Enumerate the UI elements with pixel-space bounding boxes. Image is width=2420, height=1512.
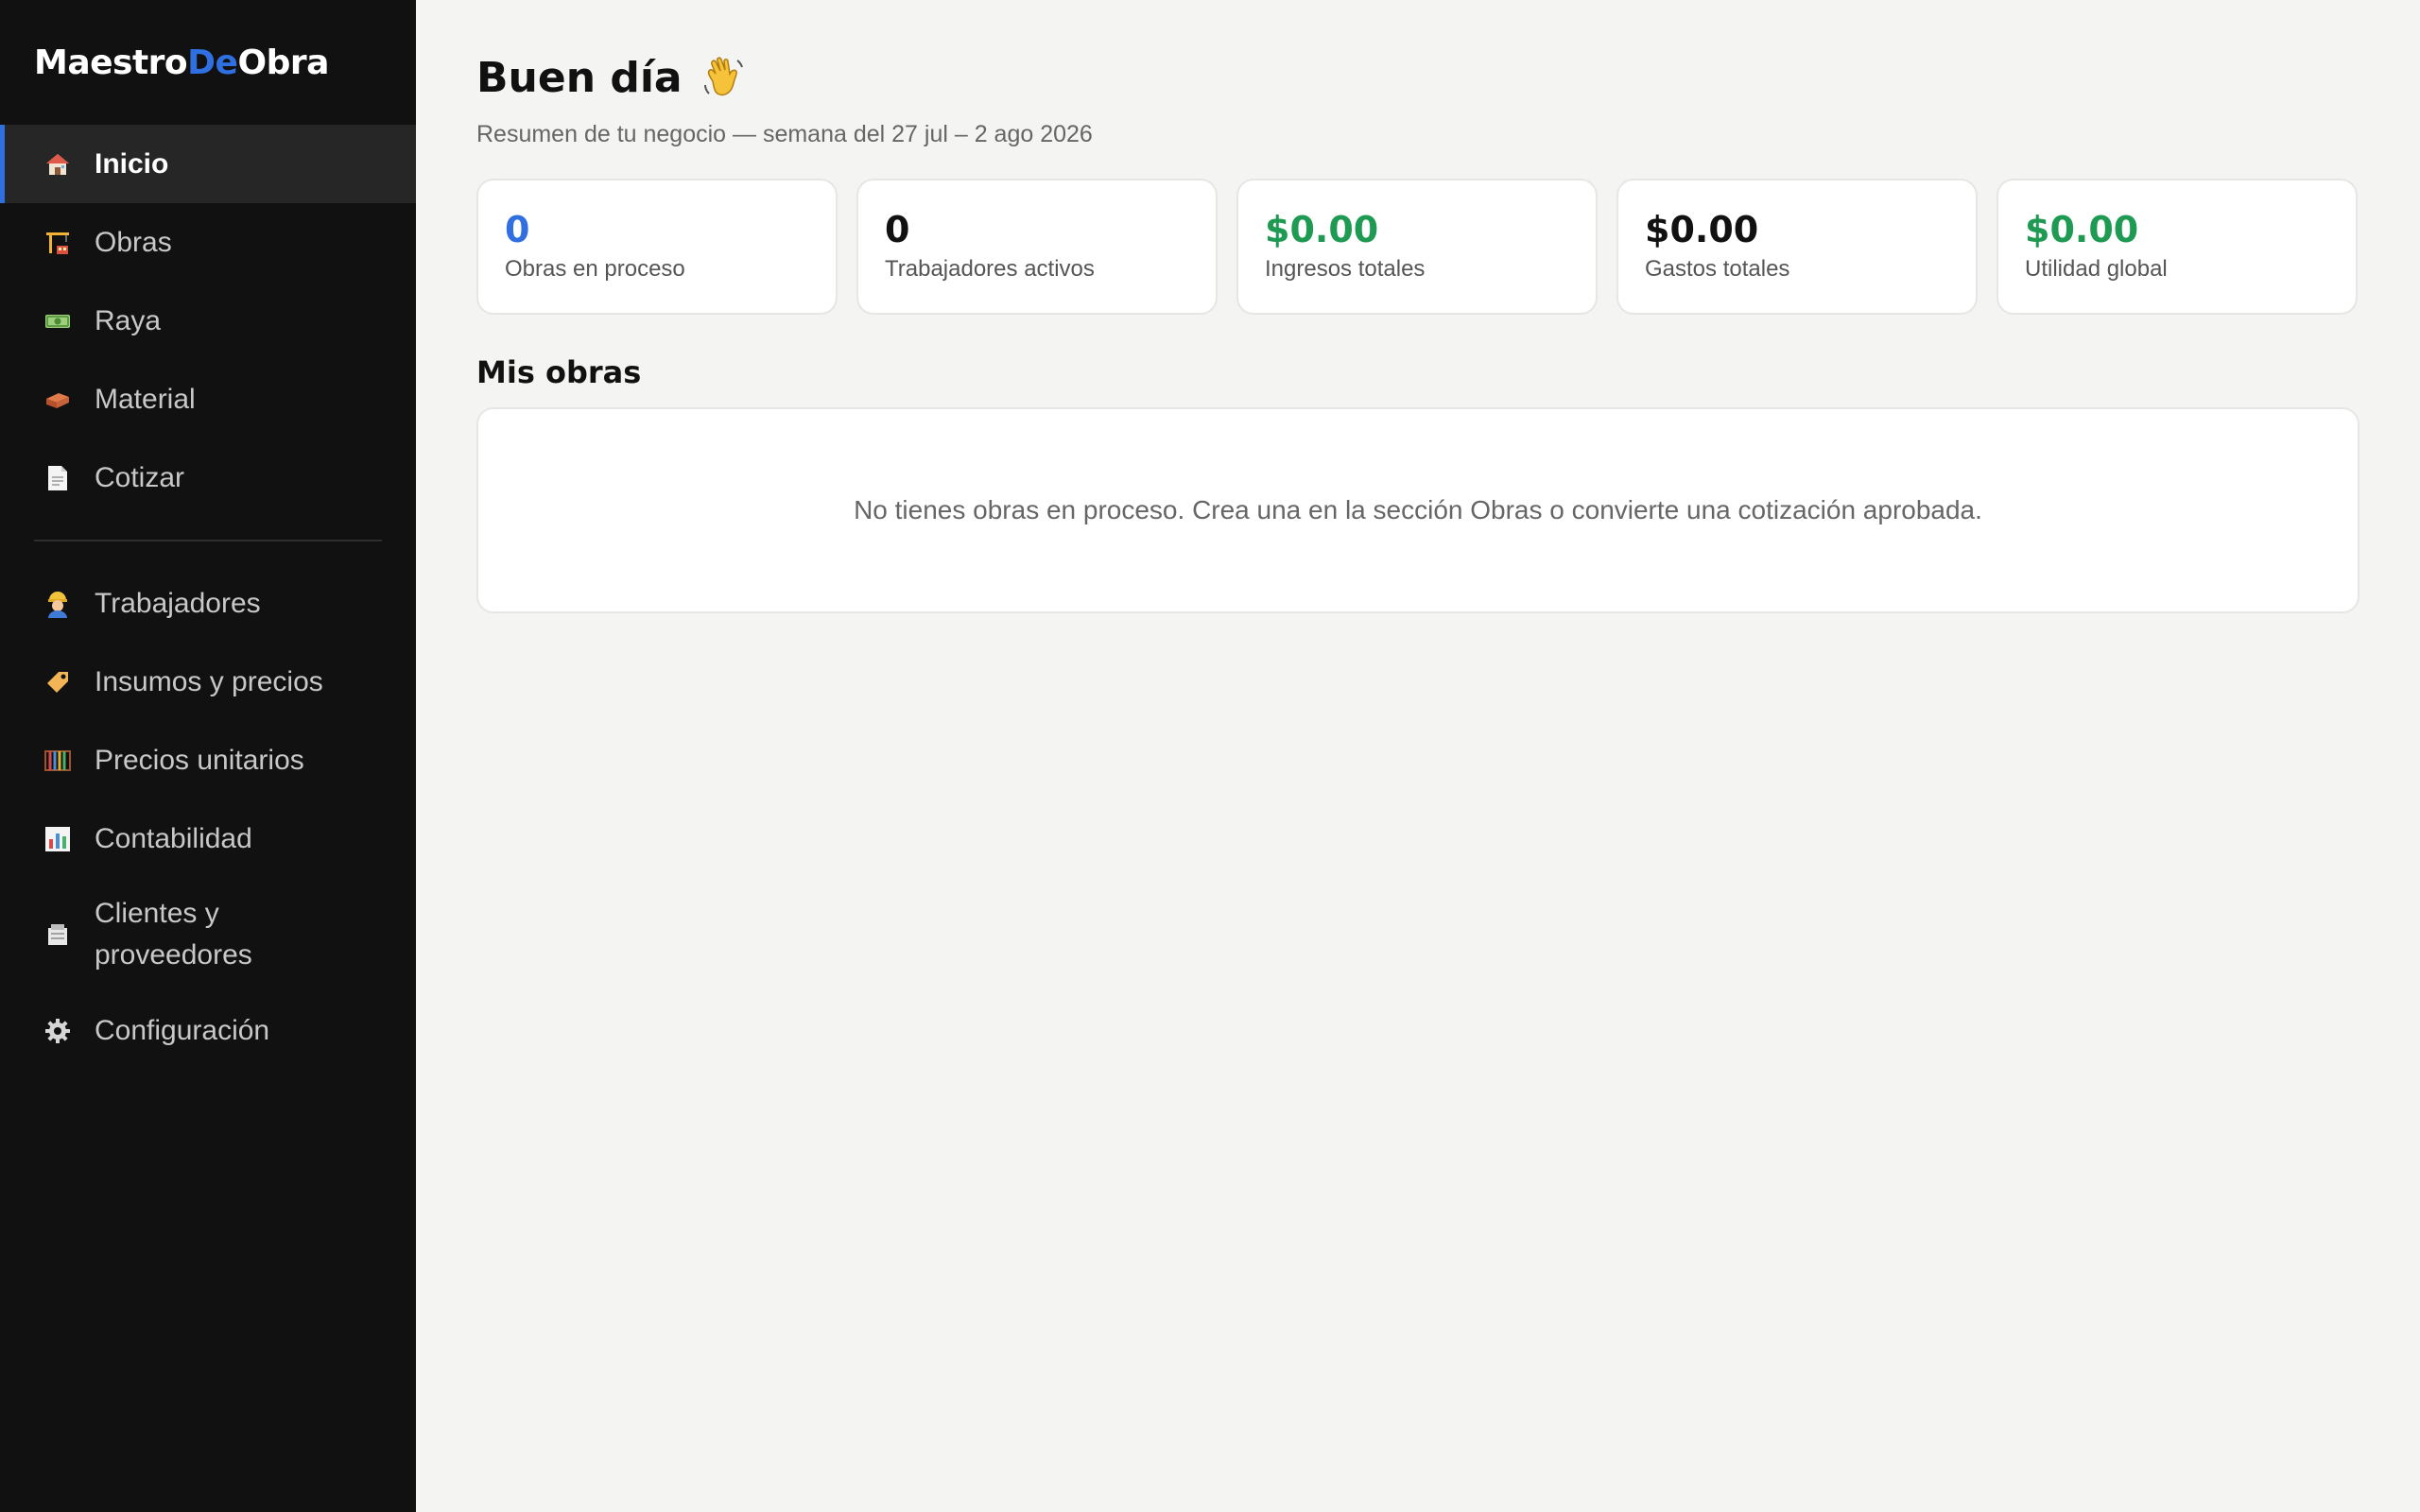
- sidebar-item-raya[interactable]: Raya: [0, 282, 416, 360]
- obras-empty-state: No tienes obras en proceso. Crea una en …: [476, 407, 2360, 613]
- stat-value: $0.00: [2025, 209, 2139, 250]
- abacus-icon: [43, 747, 72, 775]
- stat-value: $0.00: [1265, 209, 1379, 250]
- app-root: Maestro De Obra Inicio Obras Raya Materi…: [0, 0, 2420, 1512]
- stat-label: Trabajadores activos: [885, 256, 1095, 282]
- banknote-icon: [43, 307, 72, 335]
- empty-state-message: No tienes obras en proceso. Crea una en …: [854, 495, 1982, 524]
- section-title-mis-obras: Mis obras: [476, 354, 642, 390]
- page-subtitle: Resumen de tu negocio — semana del 27 ju…: [476, 121, 1093, 147]
- house-icon: [43, 150, 72, 179]
- stat-label: Gastos totales: [1645, 256, 1790, 282]
- stat-card-utilidad: $0.00 Utilidad global: [1996, 179, 2358, 315]
- sidebar-item-contabilidad[interactable]: Contabilidad: [0, 799, 416, 878]
- sidebar-nav: Inicio Obras Raya Material Cotizar: [0, 125, 416, 517]
- sidebar-item-material[interactable]: Material: [0, 360, 416, 438]
- sidebar-item-inicio[interactable]: Inicio: [0, 125, 416, 203]
- sidebar-item-label: Inicio: [95, 147, 169, 180]
- stat-value: $0.00: [1645, 209, 1759, 250]
- sidebar-item-label: Configuración: [95, 1014, 270, 1046]
- stat-label: Obras en proceso: [505, 256, 685, 282]
- price-tag-icon: [43, 668, 72, 696]
- sidebar-divider: [34, 540, 382, 541]
- sidebar-item-label: Cotizar: [95, 461, 185, 493]
- sidebar-item-label: Trabajadores: [95, 587, 261, 619]
- sidebar-nav-secondary: Trabajadores Insumos y precios Precios u…: [0, 564, 416, 1070]
- sidebar-item-obras[interactable]: Obras: [0, 203, 416, 282]
- sidebar-item-label: Insumos y precios: [95, 665, 323, 697]
- stat-card-obras: 0 Obras en proceso: [476, 179, 838, 315]
- brick-icon: [43, 386, 72, 414]
- card-index-icon: [43, 920, 72, 949]
- sidebar: Maestro De Obra Inicio Obras Raya Materi…: [0, 0, 416, 1512]
- main-content: Buen día Resumen de tu negocio — semana …: [416, 0, 2420, 1512]
- stat-value: 0: [885, 209, 910, 250]
- sidebar-item-label: Raya: [95, 304, 162, 336]
- sidebar-item-precios-unitarios[interactable]: Precios unitarios: [0, 721, 416, 799]
- stats-row: 0 Obras en proceso 0 Trabajadores activo…: [476, 179, 2360, 315]
- sidebar-item-trabajadores[interactable]: Trabajadores: [0, 564, 416, 643]
- sidebar-item-label: Clientes y proveedores: [95, 898, 252, 971]
- stat-card-gastos: $0.00 Gastos totales: [1616, 179, 1978, 315]
- greeting-text: Buen día: [476, 53, 683, 102]
- brand-part-maestro: Maestro: [34, 43, 188, 82]
- sidebar-item-label: Contabilidad: [95, 822, 252, 854]
- waving-hand-icon: [700, 53, 749, 102]
- crane-icon: [43, 229, 72, 257]
- page-title: Buen día: [476, 49, 2360, 106]
- sidebar-item-cotizar[interactable]: Cotizar: [0, 438, 416, 517]
- sidebar-item-insumos[interactable]: Insumos y precios: [0, 643, 416, 721]
- sidebar-item-configuracion[interactable]: Configuración: [0, 991, 416, 1070]
- sidebar-item-label: Obras: [95, 226, 172, 258]
- document-icon: [43, 464, 72, 492]
- brand-part-de: De: [187, 43, 238, 82]
- stat-label: Utilidad global: [2025, 256, 2168, 282]
- sidebar-item-label: Precios unitarios: [95, 744, 304, 776]
- construction-worker-icon: [43, 590, 72, 618]
- sidebar-item-clientes[interactable]: Clientes y proveedores: [0, 878, 416, 991]
- brand-part-obra: Obra: [237, 43, 329, 82]
- stat-label: Ingresos totales: [1265, 256, 1426, 282]
- stat-card-trabajadores: 0 Trabajadores activos: [856, 179, 1218, 315]
- stat-value: 0: [505, 209, 530, 250]
- sidebar-item-label: Material: [95, 383, 196, 415]
- brand-logo[interactable]: Maestro De Obra: [0, 0, 416, 125]
- bar-chart-icon: [43, 825, 72, 853]
- stat-card-ingresos: $0.00 Ingresos totales: [1236, 179, 1598, 315]
- gear-icon: [43, 1017, 72, 1045]
